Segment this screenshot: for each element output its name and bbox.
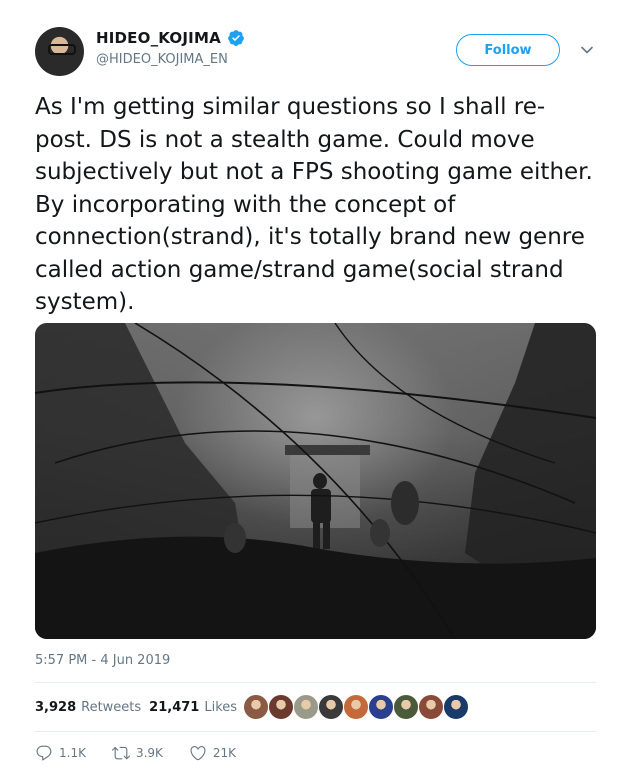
avatar-glasses-shape [48,44,76,55]
liker-avatar[interactable] [368,694,394,720]
like-button[interactable]: 21K [189,744,236,762]
author-handle[interactable]: @HIDEO_KOJIMA_EN [96,52,228,67]
likes-stat[interactable]: 21,471 Likes [149,700,237,715]
liker-avatar[interactable] [318,694,344,720]
retweets-label: Retweets [81,700,142,715]
retweets-count: 3,928 [35,700,77,715]
liker-avatar[interactable] [443,694,469,720]
verified-badge-icon [228,30,244,46]
media-scene-drawing [35,323,596,639]
liker-avatars [243,694,469,720]
tweet-media-image[interactable] [35,323,596,639]
liker-avatar[interactable] [268,694,294,720]
divider-bottom [35,731,596,732]
retweets-stat[interactable]: 3,928 Retweets [35,700,141,715]
tweet-text: As I'm getting similar questions so I sh… [35,94,593,315]
chevron-down-icon[interactable] [580,43,594,57]
likes-count: 21,471 [149,700,200,715]
likes-label: Likes [204,700,238,715]
tweet-actions: 1.1K 3.9K 21K [35,744,262,762]
follow-button[interactable]: Follow [456,34,560,66]
author-name[interactable]: HIDEO_KOJIMA [96,29,221,47]
reply-button[interactable]: 1.1K [35,744,86,762]
retweet-button[interactable]: 3.9K [111,744,163,762]
divider-top [35,682,596,683]
retweet-count: 3.9K [135,746,163,760]
liker-avatar[interactable] [418,694,444,720]
like-count: 21K [212,746,237,760]
author-name-row: HIDEO_KOJIMA [96,29,245,47]
liker-avatar[interactable] [243,694,269,720]
reply-count: 1.1K [59,746,86,760]
retweet-icon [111,746,130,760]
author-avatar[interactable] [35,27,84,76]
tweet-timestamp[interactable]: 5:57 PM - 4 Jun 2019 [35,653,170,668]
reply-icon [36,745,52,761]
liker-avatar[interactable] [393,694,419,720]
liker-avatar[interactable] [293,694,319,720]
liker-avatar[interactable] [343,694,369,720]
heart-icon [190,746,206,761]
engagement-stats: 3,928 Retweets 21,471 Likes [35,700,237,715]
